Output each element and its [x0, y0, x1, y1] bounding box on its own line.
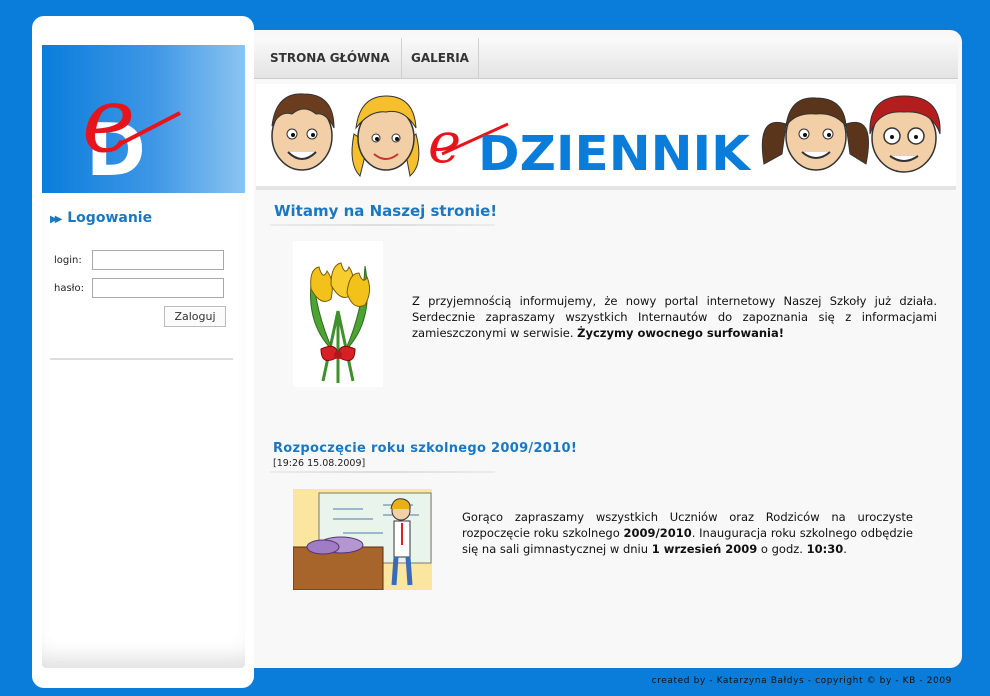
- login-divider: [50, 358, 233, 360]
- boy-face-icon: [271, 93, 335, 171]
- boy-glasses-face-icon: [869, 95, 941, 173]
- news-text-4: .: [843, 542, 847, 556]
- footer-credits: created by - Katarzyna Bałdys - copyrigh…: [651, 676, 952, 686]
- news-date: [19:26 15.08.2009]: [273, 458, 366, 469]
- login-input[interactable]: [92, 250, 224, 270]
- login-title: ▶▶ Logowanie: [50, 210, 152, 226]
- banner-letter-e: e: [428, 111, 461, 176]
- password-input[interactable]: [92, 278, 224, 298]
- site-logo: D e: [42, 45, 245, 193]
- login-title-text: Logowanie: [67, 210, 153, 226]
- news-title[interactable]: Rozpoczęcie roku szkolnego 2009/2010!: [273, 441, 577, 456]
- news-paragraph: Gorąco zapraszamy wszystkich Uczniów ora…: [462, 509, 913, 557]
- teacher-cartoon-image: [292, 489, 432, 591]
- news-bold-1: 2009/2010: [623, 526, 692, 540]
- login-button[interactable]: Zaloguj: [164, 306, 226, 327]
- news-bold-3: 10:30: [806, 542, 844, 556]
- password-label: hasło:: [54, 283, 85, 294]
- welcome-title-rule: [270, 224, 495, 226]
- banner-title: DZIENNIK: [478, 126, 752, 182]
- ed-logo-graphic: D e: [82, 68, 181, 192]
- welcome-bold: Życzymy owocnego surfowania!: [577, 326, 784, 340]
- nav-home[interactable]: STRONA GŁÓWNA: [262, 38, 402, 78]
- news-text-3: o godz.: [757, 542, 807, 556]
- login-label: login:: [54, 255, 82, 266]
- double-arrow-icon: ▶▶: [50, 214, 63, 225]
- news-bold-2: 1 wrzesień 2009: [651, 542, 758, 556]
- flowers-image: [293, 241, 383, 387]
- tulip-bouquet-icon: [310, 262, 371, 383]
- girl-brunette-face-icon: [761, 97, 869, 171]
- welcome-paragraph: Z przyjemnością informujemy, że nowy por…: [412, 293, 937, 341]
- classroom-cartoon-icon: [292, 489, 432, 591]
- welcome-title: Witamy na Naszej stronie!: [274, 202, 498, 220]
- news-title-rule: [270, 471, 495, 473]
- header-banner: e DZIENNIK: [256, 84, 956, 186]
- nav-gallery[interactable]: GALERIA: [402, 38, 479, 78]
- login-section: [42, 200, 245, 668]
- logo-letter-e: e: [82, 68, 135, 173]
- banner-graphic: e DZIENNIK: [271, 93, 941, 182]
- girl-blonde-face-icon: [351, 95, 420, 177]
